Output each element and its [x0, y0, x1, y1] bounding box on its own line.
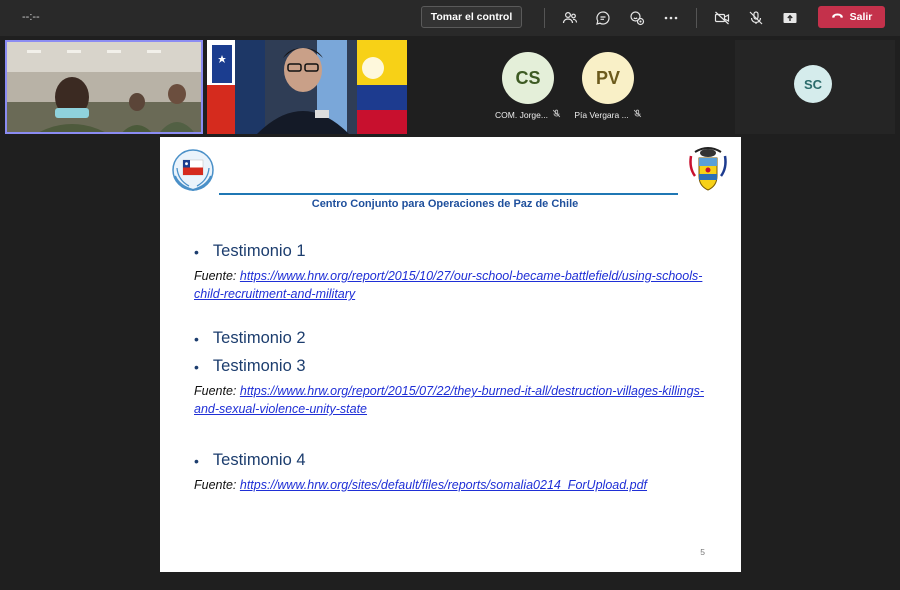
source-citation: Fuente: https://www.hrw.org/report/2015/… — [194, 382, 704, 418]
leave-button[interactable]: Salir — [818, 6, 885, 28]
slide-heading: Centro Conjunto para Operaciones de Paz … — [311, 198, 579, 210]
chat-icon[interactable] — [593, 8, 613, 28]
source-link[interactable]: https://www.hrw.org/report/2015/07/22/th… — [194, 384, 704, 416]
source-label: Fuente: — [194, 384, 240, 398]
more-icon[interactable] — [661, 8, 681, 28]
participant-video-tile-active[interactable] — [5, 40, 203, 134]
slide-page-number: 5 — [700, 547, 705, 557]
bullet-item: • Testimonio 2 — [194, 329, 306, 349]
reactions-icon[interactable] — [627, 8, 647, 28]
bullet-dot: • — [194, 359, 199, 375]
colombia-coat-of-arms-icon — [689, 147, 727, 191]
video-feed — [7, 42, 201, 132]
bullet-item: • Testimonio 1 — [194, 242, 306, 262]
participant-name: COM. Jorge... — [495, 109, 548, 120]
self-view-tile[interactable]: SC — [735, 40, 895, 134]
avatar: PV — [582, 52, 634, 104]
source-link[interactable]: https://www.hrw.org/report/2015/10/27/ou… — [194, 269, 702, 301]
source-link[interactable]: https://www.hrw.org/sites/default/files/… — [240, 478, 647, 492]
avatar: CS — [502, 52, 554, 104]
bullet-dot: • — [194, 331, 199, 347]
camera-off-icon[interactable] — [712, 8, 732, 28]
source-citation: Fuente: https://www.hrw.org/sites/defaul… — [194, 476, 704, 494]
share-screen-icon[interactable] — [780, 8, 800, 28]
peacekeeping-emblem-icon — [172, 149, 214, 192]
source-label: Fuente: — [194, 478, 240, 492]
meeting-timer: --:-- — [22, 11, 40, 23]
avatar: SC — [794, 65, 832, 103]
bullet-item: • Testimonio 4 — [194, 451, 306, 471]
video-feed — [207, 40, 407, 134]
participant-video-tile[interactable] — [207, 40, 407, 134]
bullet-title: Testimonio 1 — [212, 242, 306, 260]
bullet-title: Testimonio 3 — [212, 357, 306, 375]
take-control-button[interactable]: Tomar el control — [421, 6, 522, 28]
bullet-title: Testimonio 2 — [212, 329, 306, 347]
bullet-title: Testimonio 4 — [212, 451, 306, 469]
header-rule — [219, 193, 678, 195]
toolbar-divider — [544, 8, 545, 28]
participant-tile[interactable]: PV Pía Vergara ... — [553, 44, 663, 130]
phone-icon — [831, 9, 844, 25]
bullet-dot: • — [194, 453, 199, 469]
participant-name: Pía Vergara ... — [574, 109, 629, 120]
bullet-dot: • — [194, 244, 199, 260]
people-icon[interactable] — [560, 8, 580, 28]
mic-off-icon — [633, 109, 642, 120]
bullet-item: • Testimonio 3 — [194, 357, 306, 377]
leave-label: Salir — [849, 11, 873, 23]
mic-off-icon[interactable] — [746, 8, 766, 28]
source-label: Fuente: — [194, 269, 240, 283]
source-citation: Fuente: https://www.hrw.org/report/2015/… — [194, 267, 704, 303]
meeting-toolbar: --:-- Tomar el control Salir — [0, 0, 900, 36]
shared-slide: Centro Conjunto para Operaciones de Paz … — [160, 137, 741, 572]
toolbar-divider — [696, 8, 697, 28]
